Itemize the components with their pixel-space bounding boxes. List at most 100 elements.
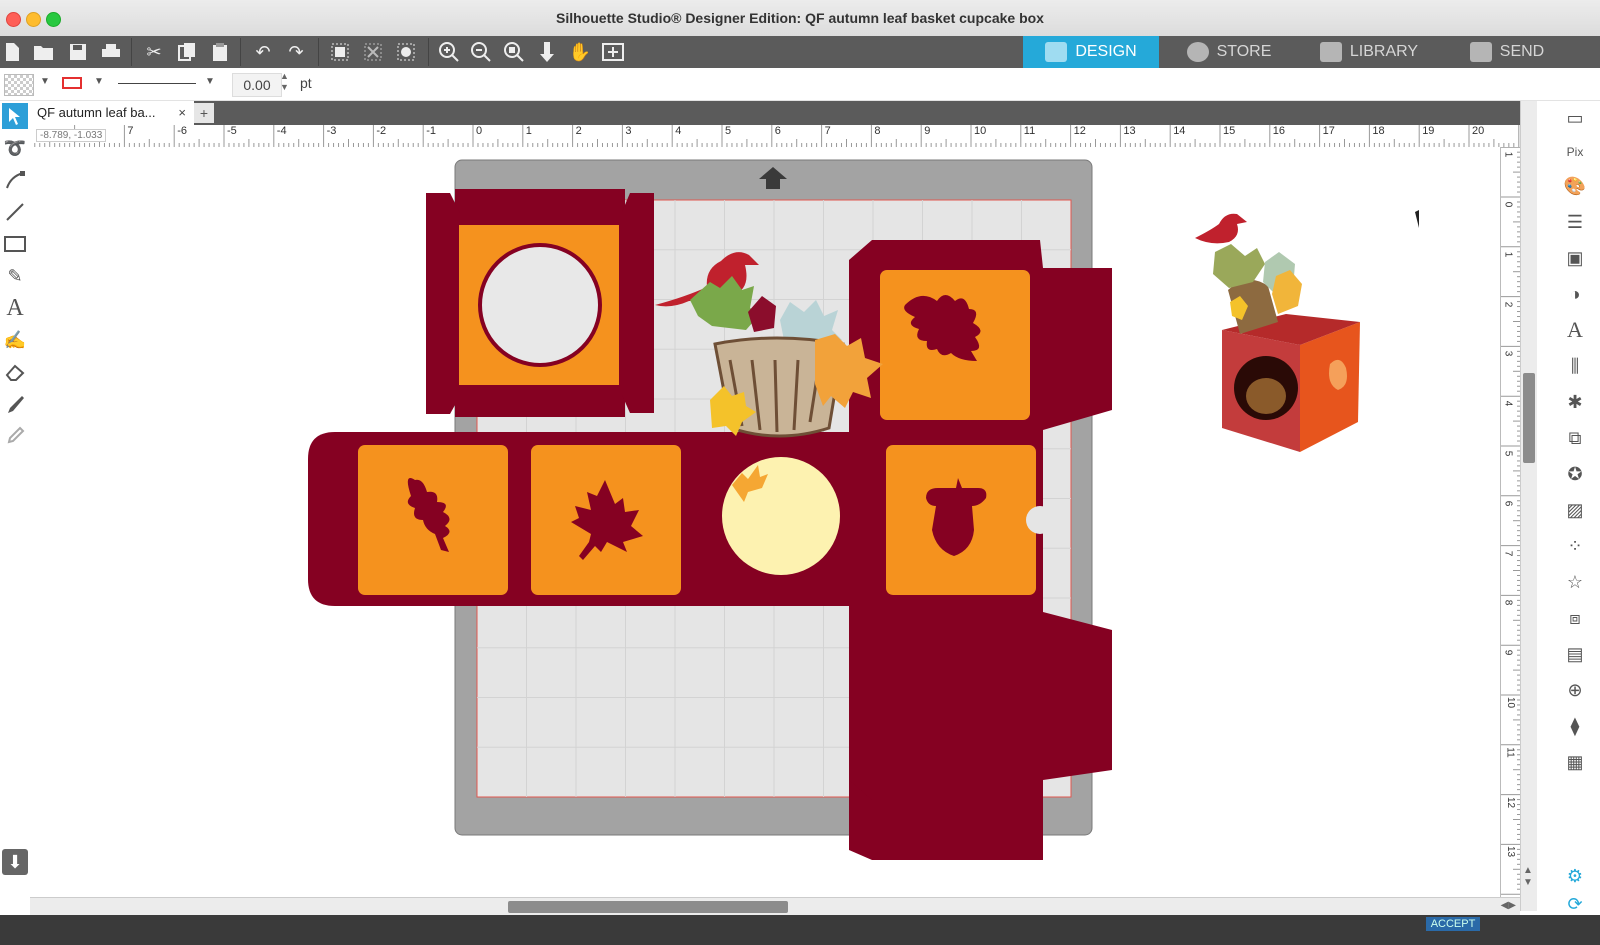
lasso-select-icon[interactable]: ➰ xyxy=(2,135,28,161)
rectangle-tool-icon[interactable] xyxy=(2,231,28,257)
line-color-dropdown-icon[interactable]: ▼ xyxy=(94,76,104,87)
ruler-label: 19 xyxy=(1422,125,1435,137)
design-canvas[interactable] xyxy=(30,147,1500,897)
vertical-ruler-label: 0 xyxy=(1502,201,1514,208)
draw-tool-icon[interactable]: ✍ xyxy=(2,327,28,353)
ruler-label: 11 xyxy=(1023,125,1036,137)
scroll-arrows[interactable]: ▲ ▼ xyxy=(1523,865,1533,889)
ungroup-icon[interactable] xyxy=(361,40,385,64)
trace-icon[interactable]: ▨ xyxy=(1562,497,1588,523)
move-down-icon[interactable] xyxy=(535,40,559,64)
vertical-ruler: 1 0 1 2 3 4 5 6 7 8 9 10 11 12 13 xyxy=(1500,147,1521,897)
ruler-label: 3 xyxy=(625,125,632,137)
eraser-hatch-icon[interactable]: ▤ xyxy=(1562,641,1588,667)
ruler-label: 9 xyxy=(924,125,931,137)
tab-notch xyxy=(1026,506,1054,534)
line-width-stepper[interactable]: ▲ ▼ xyxy=(280,71,289,93)
line-color-swatch[interactable] xyxy=(62,77,82,89)
line-tool-icon[interactable] xyxy=(2,199,28,225)
favorite-star-icon[interactable]: ☆ xyxy=(1562,569,1588,595)
warp-grid-icon[interactable]: ▦ xyxy=(1562,749,1588,775)
add-tab-button[interactable]: + xyxy=(194,103,214,123)
line-style-preview[interactable] xyxy=(118,83,196,84)
pixscan-icon[interactable]: Pix xyxy=(1562,139,1588,165)
save-icon[interactable] xyxy=(66,40,90,64)
vertical-scroll-thumb[interactable] xyxy=(1523,373,1535,463)
zoom-fit-icon[interactable] xyxy=(502,40,526,64)
tab-design[interactable]: DESIGN xyxy=(1023,36,1159,68)
ruler-label: 12 xyxy=(1073,125,1086,137)
line-width-input[interactable]: 0.00 xyxy=(232,73,282,97)
send-cutter-icon xyxy=(1469,42,1492,62)
tab-library-label: LIBRARY xyxy=(1349,43,1419,60)
ruler-label: 1 xyxy=(525,125,532,137)
horizontal-scroll-thumb[interactable] xyxy=(508,901,788,913)
zoom-out-icon[interactable] xyxy=(469,40,493,64)
vertical-scrollbar[interactable]: ▲ ▼ xyxy=(1520,101,1537,911)
offset-star-icon[interactable]: ✪ xyxy=(1562,461,1588,487)
copy-icon[interactable] xyxy=(175,40,199,64)
line-style-dropdown-icon[interactable]: ▼ xyxy=(205,76,215,87)
horizontal-scrollbar[interactable]: ◀▶ xyxy=(30,897,1520,916)
document-tab-bar: QF autumn leaf ba... × + xyxy=(30,101,1556,125)
right-panel: ▲ ▼ ▭ Pix 🎨 ☰ ▣ ◑ A ⫼ ✱ ⧉ ✪ ▨ ⁘ ☆ ⧈ ▤ ⊕ ⧫… xyxy=(1520,101,1600,933)
horizontal-scroll-arrows[interactable]: ◀▶ xyxy=(1501,900,1516,911)
align-icon[interactable]: ⫼ xyxy=(1562,353,1588,379)
point-edit-icon[interactable] xyxy=(2,167,28,193)
paste-icon[interactable] xyxy=(208,40,232,64)
knife-tool-icon[interactable] xyxy=(2,391,28,417)
accept-button[interactable]: ACCEPT xyxy=(1426,917,1480,931)
compound-path-icon[interactable] xyxy=(394,40,418,64)
print-icon[interactable] xyxy=(99,40,123,64)
cursor-coordinates: -8.789, -1.033 xyxy=(36,129,107,142)
sync-icon[interactable]: ⟳ xyxy=(1562,891,1588,917)
bottom-panel xyxy=(849,612,1112,800)
eraser-tool-icon[interactable] xyxy=(2,359,28,385)
close-tab-icon[interactable]: × xyxy=(178,101,186,125)
modify-icon[interactable]: ⧉ xyxy=(1562,425,1588,451)
ruler-label: 7 xyxy=(824,125,831,137)
text-style-icon[interactable]: A xyxy=(1562,317,1588,343)
pan-hand-icon[interactable]: ✋ xyxy=(568,40,592,64)
layers-icon[interactable]: ⧈ xyxy=(1562,605,1588,631)
ruler-label: -5 xyxy=(227,125,237,137)
tab-library[interactable]: LIBRARY xyxy=(1299,36,1439,68)
desktop-background-strip: ACCEPT xyxy=(0,915,1600,945)
library-panel-icon[interactable]: ⬇ xyxy=(2,849,28,875)
cut-icon[interactable]: ✂ xyxy=(142,40,166,64)
vertical-ruler-label: 7 xyxy=(1502,550,1514,556)
ruler-label: 5 xyxy=(725,125,732,137)
zoom-in-icon[interactable] xyxy=(437,40,461,64)
settings-gear-icon[interactable]: ⚙ xyxy=(1562,863,1588,889)
fill-pattern-icon[interactable]: ▣ xyxy=(1562,245,1588,271)
emboss-icon[interactable]: ⧫ xyxy=(1562,713,1588,739)
nesting-icon[interactable]: ⊕ xyxy=(1562,677,1588,703)
new-document-icon[interactable] xyxy=(0,40,24,64)
tab-store[interactable]: STORE xyxy=(1159,36,1299,68)
ruler-label: 7 xyxy=(127,125,134,137)
undo-icon[interactable]: ↶ xyxy=(251,40,275,64)
document-tab[interactable]: QF autumn leaf ba... × xyxy=(30,101,194,125)
3d-box-preview xyxy=(1195,213,1360,452)
store-s-icon xyxy=(1186,42,1209,62)
fill-dropdown-icon[interactable]: ▼ xyxy=(40,76,50,87)
fill-color-swatch[interactable] xyxy=(4,74,34,96)
sketch-dots-icon[interactable]: ⁘ xyxy=(1562,533,1588,559)
fill-palette-icon[interactable]: 🎨 xyxy=(1562,173,1588,199)
text-tool-icon[interactable]: A xyxy=(2,295,28,321)
group-icon[interactable] xyxy=(328,40,352,64)
vertical-ruler-ticks xyxy=(1501,147,1521,895)
fit-page-icon[interactable] xyxy=(601,40,625,64)
open-folder-icon[interactable] xyxy=(32,40,56,64)
page-setup-icon[interactable]: ▭ xyxy=(1562,105,1588,131)
redo-icon[interactable]: ↷ xyxy=(284,40,308,64)
replicate-icon[interactable]: ✱ xyxy=(1562,389,1588,415)
eyedropper-tool-icon[interactable] xyxy=(2,423,28,449)
pencil-tool-icon[interactable]: ✎ xyxy=(2,263,28,289)
line-style-icon[interactable]: ☰ xyxy=(1562,209,1588,235)
front-cream-circle xyxy=(722,457,840,575)
select-pointer-icon[interactable] xyxy=(2,103,28,129)
ruler-label: 14 xyxy=(1173,125,1186,137)
tab-send[interactable]: SEND xyxy=(1439,36,1575,68)
transparency-icon[interactable]: ◑ xyxy=(1562,281,1588,307)
